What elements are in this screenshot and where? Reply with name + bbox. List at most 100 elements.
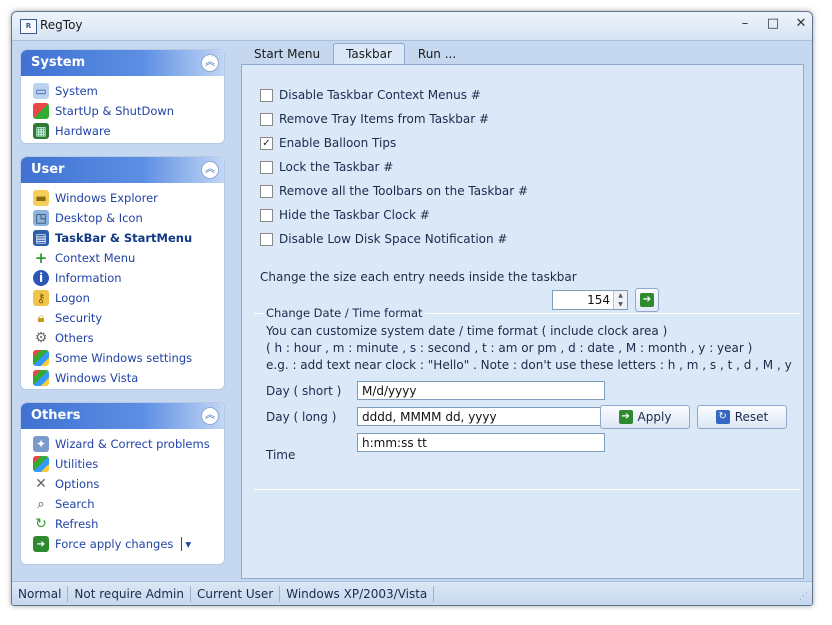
sidebar-item-label: Logon xyxy=(55,291,90,305)
taskbar-icon: ▤ xyxy=(33,230,49,246)
close-button[interactable]: ✕ xyxy=(794,16,808,32)
sidebar-item-options[interactable]: ✕ Options xyxy=(33,474,224,494)
checkbox-label: Enable Balloon Tips xyxy=(279,136,397,150)
checkbox-box[interactable] xyxy=(260,184,273,198)
checkbox-disable-low-disk[interactable]: Disable Low Disk Space Notification # xyxy=(260,232,507,246)
day-short-input[interactable]: M/d/yyyy xyxy=(357,381,605,400)
checkbox-box[interactable] xyxy=(260,232,273,246)
day-short-label: Day ( short ) xyxy=(266,384,342,398)
spin-arrows-icon[interactable]: ▲ ▼ xyxy=(613,291,627,309)
lock-icon: 🔒︎ xyxy=(37,310,45,326)
system-panel-header[interactable]: System ︽ xyxy=(21,50,224,76)
collapse-chevron-icon[interactable]: ︽ xyxy=(201,161,219,179)
others-panel-title: Others xyxy=(31,408,81,423)
collapse-chevron-icon[interactable]: ︽ xyxy=(201,407,219,425)
dropdown-arrow-icon[interactable]: ▾ xyxy=(181,537,191,551)
sidebar-item-windows-explorer[interactable]: ▬ Windows Explorer xyxy=(33,188,224,208)
sidebar-item-taskbar-startmenu[interactable]: ▤ TaskBar & StartMenu xyxy=(33,228,224,248)
collapse-chevron-icon[interactable]: ︽ xyxy=(201,54,219,72)
sidebar-item-label: Utilities xyxy=(55,457,99,471)
entry-size-stepper[interactable]: 154 ▲ ▼ xyxy=(552,290,628,310)
sidebar-item-desktop-icon[interactable]: ◳ Desktop & Icon xyxy=(33,208,224,228)
sidebar-item-label: Wizard & Correct problems xyxy=(55,437,210,451)
checkbox-remove-tray-items[interactable]: Remove Tray Items from Taskbar # xyxy=(260,112,489,126)
sidebar-item-system[interactable]: ▭ System xyxy=(33,81,224,101)
computer-icon: ▭ xyxy=(33,83,49,99)
apply-button[interactable]: ➔ Apply xyxy=(600,405,690,429)
time-input[interactable]: h:mm:ss tt xyxy=(357,433,605,452)
chip-icon: ▦ xyxy=(33,123,49,139)
maximize-button[interactable]: □ xyxy=(766,16,780,32)
checkbox-box[interactable]: ✓ xyxy=(260,136,273,150)
user-panel-header[interactable]: User ︽ xyxy=(21,157,224,183)
arrow-right-icon: ➔ xyxy=(640,293,654,307)
checkbox-box[interactable] xyxy=(260,112,273,126)
apply-entry-size-button[interactable]: ➔ xyxy=(635,288,659,312)
sidebar-item-label: Some Windows settings xyxy=(55,351,193,365)
sidebar-item-label: Windows Vista xyxy=(55,371,139,385)
sidebar-item-security[interactable]: 🔒︎ Security xyxy=(33,308,224,328)
folder-icon: ▬ xyxy=(33,190,49,206)
checkbox-label: Remove all the Toolbars on the Taskbar # xyxy=(279,184,529,198)
minimize-button[interactable]: – xyxy=(738,16,752,32)
status-os: Windows XP/2003/Vista xyxy=(280,585,435,602)
others-panel: Others ︽ ✦ Wizard & Correct problems Util… xyxy=(20,402,225,565)
others-panel-header[interactable]: Others ︽ xyxy=(21,403,224,429)
sidebar-item-label: Information xyxy=(55,271,122,285)
key-icon: ⚷ xyxy=(33,290,49,306)
checkbox-lock-taskbar[interactable]: Lock the Taskbar # xyxy=(260,160,393,174)
checkbox-remove-toolbars[interactable]: Remove all the Toolbars on the Taskbar # xyxy=(260,184,528,198)
sidebar-item-windows-vista[interactable]: Windows Vista xyxy=(33,368,224,388)
windows-flag-icon xyxy=(33,370,49,386)
date-time-group-title: Change Date / Time format xyxy=(264,306,425,320)
client-area: System ︽ ▭ System StartUp & ShutDown ▦ Har… xyxy=(12,41,812,581)
entry-size-value[interactable]: 154 xyxy=(553,291,613,309)
sidebar-item-refresh[interactable]: ↻ Refresh xyxy=(33,514,224,534)
sidebar-item-hardware[interactable]: ▦ Hardware xyxy=(33,121,224,141)
arrow-right-icon: ➔ xyxy=(618,410,633,424)
sidebar-item-label: Refresh xyxy=(55,517,99,531)
sidebar-item-label: Others xyxy=(55,331,94,345)
windows-flag-icon xyxy=(33,456,49,472)
checkbox-label: Hide the Taskbar Clock # xyxy=(279,208,430,222)
sidebar-item-logon[interactable]: ⚷ Logon xyxy=(33,288,224,308)
checkbox-hide-clock[interactable]: Hide the Taskbar Clock # xyxy=(260,208,430,222)
app-window: R RegToy – □ ✕ System ︽ ▭ System StartUp … xyxy=(11,11,813,606)
resize-grip-icon[interactable]: ⋰ xyxy=(799,592,808,602)
checkbox-disable-context-menus[interactable]: Disable Taskbar Context Menus # xyxy=(260,88,481,102)
sidebar-item-context-menu[interactable]: + Context Menu xyxy=(33,248,224,268)
sidebar-item-others[interactable]: ⚙ Others xyxy=(33,328,224,348)
sidebar-item-force-apply[interactable]: ➔ Force apply changes ▾ xyxy=(33,534,224,554)
checkbox-box[interactable] xyxy=(260,208,273,222)
window-title: RegToy xyxy=(40,18,83,32)
sidebar-item-search[interactable]: ⌕ Search xyxy=(33,494,224,514)
sidebar-item-utilities[interactable]: Utilities xyxy=(33,454,224,474)
sidebar-item-some-windows-settings[interactable]: Some Windows settings xyxy=(33,348,224,368)
sidebar-item-startup-shutdown[interactable]: StartUp & ShutDown xyxy=(33,101,224,121)
day-long-input[interactable]: dddd, MMMM dd, yyyy xyxy=(357,407,605,426)
sidebar-item-label: Security xyxy=(55,311,103,325)
time-label: Time xyxy=(266,448,296,462)
plus-icon: + xyxy=(34,249,48,267)
checkbox-enable-balloon-tips[interactable]: ✓ Enable Balloon Tips xyxy=(260,136,396,150)
app-icon: R xyxy=(20,19,37,34)
search-icon: ⌕ xyxy=(37,496,45,512)
windows-flag-icon xyxy=(33,103,49,119)
apply-button-label: Apply xyxy=(637,410,672,424)
sidebar-item-label: TaskBar & StartMenu xyxy=(55,231,193,245)
checkbox-box[interactable] xyxy=(260,88,273,102)
arrow-right-icon: ➔ xyxy=(33,536,49,552)
checkbox-label: Disable Low Disk Space Notification # xyxy=(279,232,508,246)
status-admin: Not require Admin xyxy=(68,585,191,602)
checkbox-box[interactable] xyxy=(260,160,273,174)
taskbar-tab-content: Disable Taskbar Context Menus # Remove T… xyxy=(241,64,804,579)
gear-icon: ⚙ xyxy=(34,330,48,346)
sidebar-item-information[interactable]: i Information xyxy=(33,268,224,288)
reset-button[interactable]: ↻ Reset xyxy=(697,405,787,429)
sidebar-item-wizard[interactable]: ✦ Wizard & Correct problems xyxy=(33,434,224,454)
system-panel-title: System xyxy=(31,55,86,70)
sidebar-item-label: Windows Explorer xyxy=(55,191,158,205)
status-bar: Normal Not require Admin Current User Wi… xyxy=(12,581,812,605)
tab-strip: Start Menu Taskbar Run ... xyxy=(241,43,469,67)
refresh-icon: ↻ xyxy=(35,516,47,532)
